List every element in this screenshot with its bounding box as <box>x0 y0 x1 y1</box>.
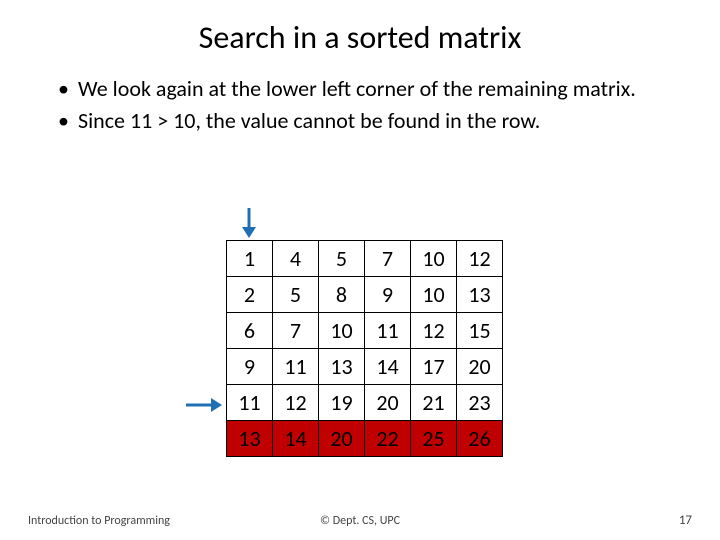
cell: 8 <box>319 277 365 313</box>
cell: 5 <box>273 277 319 313</box>
cell: 6 <box>227 313 273 349</box>
cell: 10 <box>411 277 457 313</box>
table-row-highlight: 13 14 20 22 25 26 <box>227 421 503 457</box>
cell: 12 <box>411 313 457 349</box>
table-row: 11 12 19 20 21 23 <box>227 385 503 421</box>
table-row: 1 4 5 7 10 12 <box>227 241 503 277</box>
cell: 7 <box>273 313 319 349</box>
cell: 26 <box>457 421 503 457</box>
cell: 10 <box>411 241 457 277</box>
table-row: 6 7 10 11 12 15 <box>227 313 503 349</box>
bullet-item: Since 11 > 10, the value cannot be found… <box>58 107 680 135</box>
cell: 2 <box>227 277 273 313</box>
arrow-right-icon <box>185 397 223 413</box>
cell: 1 <box>227 241 273 277</box>
bullet-item: We look again at the lower left corner o… <box>58 75 680 103</box>
cell: 14 <box>273 421 319 457</box>
cell: 4 <box>273 241 319 277</box>
cell: 22 <box>365 421 411 457</box>
cell: 9 <box>227 349 273 385</box>
cell: 23 <box>457 385 503 421</box>
cell: 5 <box>319 241 365 277</box>
cell: 25 <box>411 421 457 457</box>
cell: 7 <box>365 241 411 277</box>
cell: 21 <box>411 385 457 421</box>
cell: 12 <box>457 241 503 277</box>
cell: 13 <box>457 277 503 313</box>
cell: 20 <box>319 421 365 457</box>
cell: 11 <box>227 385 273 421</box>
cell: 20 <box>457 349 503 385</box>
cell: 12 <box>273 385 319 421</box>
slide-title: Search in a sorted matrix <box>40 18 680 57</box>
matrix-table-wrap: 1 4 5 7 10 12 2 5 8 9 10 13 6 7 10 11 12 <box>226 240 503 457</box>
cell: 14 <box>365 349 411 385</box>
matrix-table: 1 4 5 7 10 12 2 5 8 9 10 13 6 7 10 11 12 <box>226 240 503 457</box>
table-row: 9 11 13 14 17 20 <box>227 349 503 385</box>
cell: 11 <box>365 313 411 349</box>
bullet-list: We look again at the lower left corner o… <box>58 75 680 134</box>
cell: 13 <box>319 349 365 385</box>
cell: 20 <box>365 385 411 421</box>
cell: 15 <box>457 313 503 349</box>
cell: 19 <box>319 385 365 421</box>
cell: 9 <box>365 277 411 313</box>
cell: 13 <box>227 421 273 457</box>
cell: 17 <box>411 349 457 385</box>
arrow-down-icon <box>240 207 258 239</box>
table-row: 2 5 8 9 10 13 <box>227 277 503 313</box>
slide-number: 17 <box>679 513 692 528</box>
footer-center: © Dept. CS, UPC <box>0 514 720 528</box>
cell: 11 <box>273 349 319 385</box>
cell: 10 <box>319 313 365 349</box>
